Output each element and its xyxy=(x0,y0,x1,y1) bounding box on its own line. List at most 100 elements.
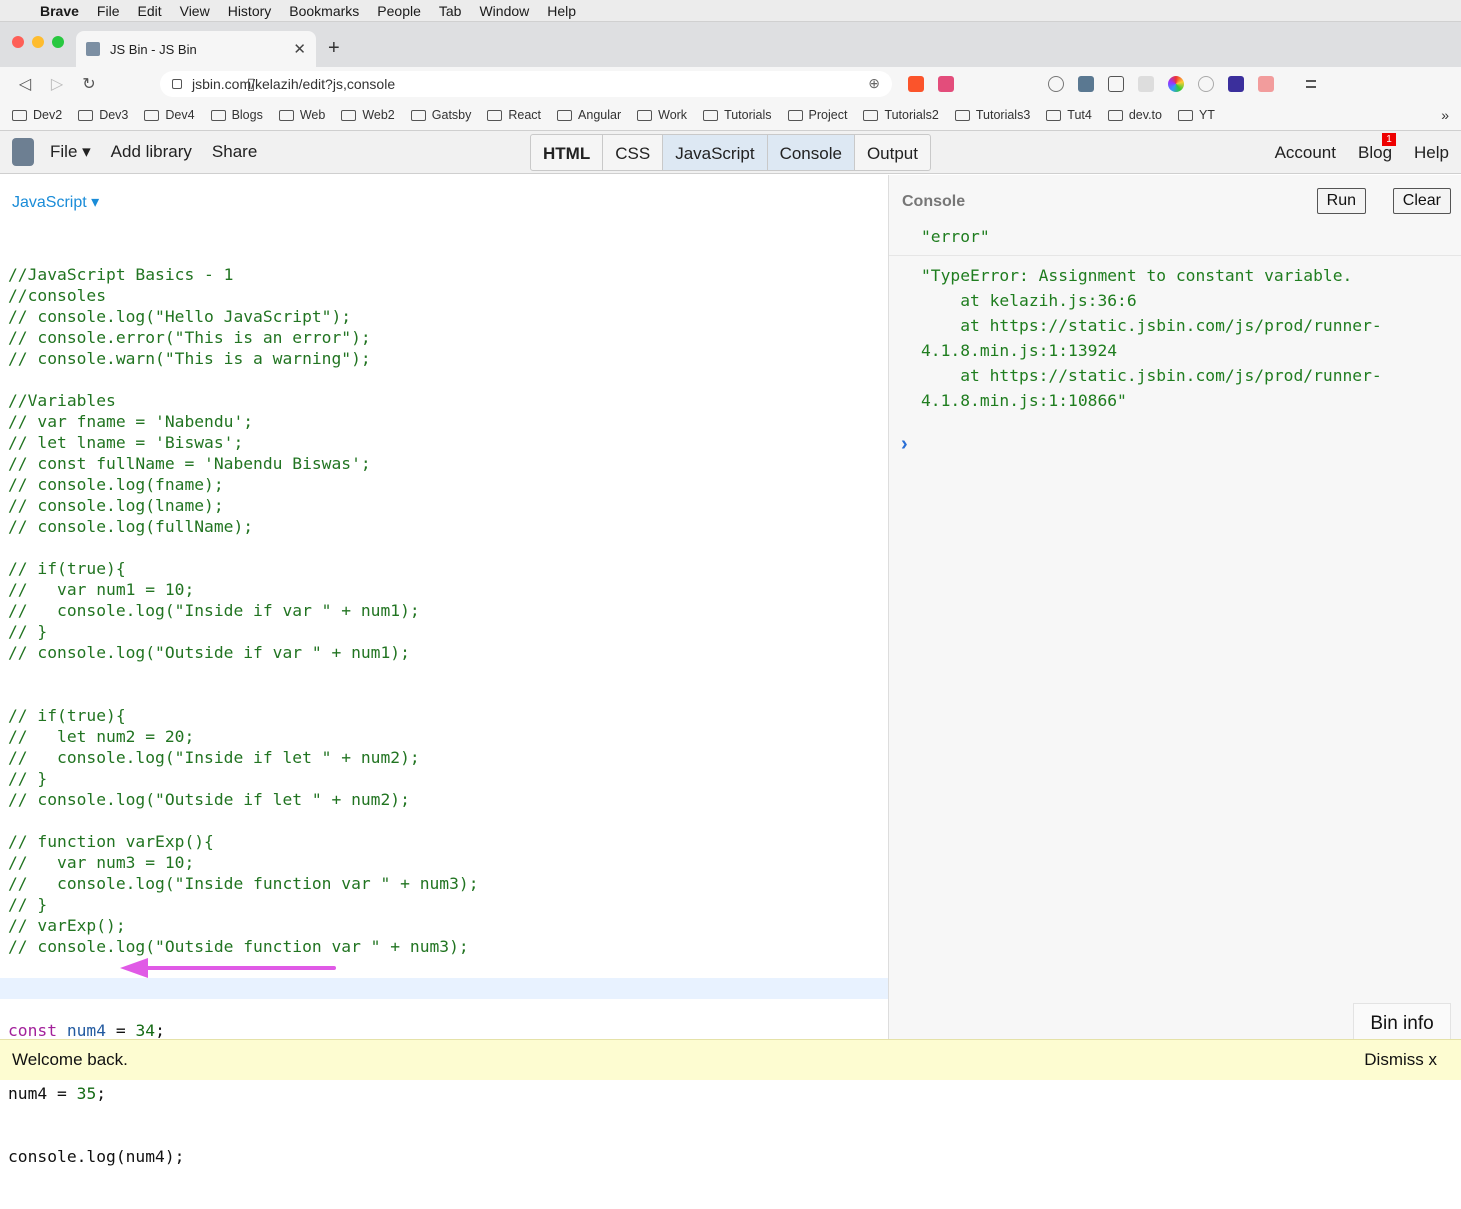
console-prompt-icon[interactable]: › xyxy=(901,433,908,456)
menu-file[interactable]: File xyxy=(97,3,120,19)
menu-app-name[interactable]: Brave xyxy=(40,3,79,19)
bookmark-folder[interactable]: Dev4 xyxy=(144,108,195,122)
close-window-icon[interactable] xyxy=(12,36,24,48)
code-line: // console.error("This is an error"); xyxy=(8,328,371,347)
new-tab-icon[interactable]: + xyxy=(328,37,340,60)
reload-icon[interactable]: ↻ xyxy=(76,74,102,94)
brave-shields-icon[interactable] xyxy=(908,75,924,92)
code-line: //JavaScript Basics - 1 xyxy=(8,265,234,284)
bookmark-folder[interactable]: Gatsby xyxy=(410,108,471,122)
account-link[interactable]: Account xyxy=(1275,143,1336,163)
folder-icon xyxy=(787,109,803,121)
folder-icon xyxy=(487,109,503,121)
bookmark-folder[interactable]: Dev3 xyxy=(78,108,128,122)
address-bar[interactable]: jsbin.com/kelazih/edit?js,console ⊕ xyxy=(160,70,892,97)
bookmark-folder[interactable]: Angular xyxy=(557,108,621,122)
tab-output[interactable]: Output xyxy=(855,135,930,170)
folder-icon xyxy=(278,109,294,121)
bin-info-button[interactable]: Bin info xyxy=(1353,1003,1451,1039)
code-line: // console.log("Inside function var " + … xyxy=(8,874,479,893)
bookmark-folder[interactable]: Tutorials2 xyxy=(863,108,939,122)
dismiss-button[interactable]: Dismiss x xyxy=(1364,1050,1437,1070)
code-line: // console.log(lname); xyxy=(8,496,224,515)
bookmark-folder[interactable]: dev.to xyxy=(1107,108,1162,122)
bookmark-folder[interactable]: Web xyxy=(278,108,325,122)
code-line-assign: num4 = 35; xyxy=(8,1083,479,1104)
comment-lines: //JavaScript Basics - 1 //consoles // cons… xyxy=(8,264,479,978)
code-line: // console.log(fullName); xyxy=(8,517,254,536)
menu-bookmarks[interactable]: Bookmarks xyxy=(289,3,359,19)
code-line: // console.log(fname); xyxy=(8,475,224,494)
bookmarks-overflow-icon[interactable]: » xyxy=(1441,107,1449,123)
tab-javascript[interactable]: JavaScript xyxy=(663,135,768,170)
add-library-button[interactable]: Add library xyxy=(111,142,192,162)
menu-edit[interactable]: Edit xyxy=(137,3,161,19)
extension-screen-icon[interactable] xyxy=(1078,75,1094,92)
run-button[interactable]: Run xyxy=(1316,188,1366,214)
menu-window[interactable]: Window xyxy=(479,3,529,19)
javascript-panel-label[interactable]: JavaScript ▾ xyxy=(12,192,99,212)
folder-icon xyxy=(1107,109,1123,121)
bookmark-folder[interactable]: React xyxy=(487,108,541,122)
zoom-icon[interactable]: ⊕ xyxy=(868,75,880,92)
code-line: // } xyxy=(8,622,48,641)
number-35: 35 xyxy=(76,1084,97,1103)
code-line: // let lname = 'Biswas'; xyxy=(8,433,244,452)
minimize-window-icon[interactable] xyxy=(32,36,44,48)
extension-grid-icon[interactable] xyxy=(1138,75,1154,92)
menu-history[interactable]: History xyxy=(228,3,272,19)
menu-tab[interactable]: Tab xyxy=(439,3,462,19)
bookmark-label: Tut4 xyxy=(1067,108,1092,122)
close-tab-icon[interactable]: ✕ xyxy=(293,40,306,58)
menu-help[interactable]: Help xyxy=(547,3,576,19)
blog-link[interactable]: Blog 1 xyxy=(1358,132,1397,163)
tab-css[interactable]: CSS xyxy=(603,135,664,170)
bookmark-label: Tutorials xyxy=(724,108,772,122)
tab-html[interactable]: HTML xyxy=(531,135,604,170)
bookmark-folder[interactable]: YT xyxy=(1177,108,1215,122)
code-line: // console.log("Outside function var " +… xyxy=(8,937,469,956)
clear-button[interactable]: Clear xyxy=(1392,188,1451,214)
bookmark-folder[interactable]: Tutorials3 xyxy=(954,108,1030,122)
bookmark-folder[interactable]: Work xyxy=(637,108,687,122)
extension-color-icon[interactable] xyxy=(1168,75,1184,92)
extension-h-icon[interactable] xyxy=(1048,75,1064,92)
bookmark-page-icon[interactable]: ▯ xyxy=(238,74,264,94)
code-line: //Variables xyxy=(8,391,116,410)
javascript-editor[interactable]: JavaScript ▾ //JavaScript Basics - 1 //co… xyxy=(0,175,889,1166)
zoom-window-icon[interactable] xyxy=(52,36,64,48)
help-link[interactable]: Help xyxy=(1414,143,1449,163)
console-entry-error: "error" xyxy=(921,227,990,246)
extension-arrow-icon[interactable] xyxy=(1258,75,1274,92)
bookmark-folder[interactable]: Tut4 xyxy=(1046,108,1092,122)
bookmark-folder[interactable]: Tutorials xyxy=(703,108,772,122)
menu-people[interactable]: People xyxy=(377,3,421,19)
extension-json-icon[interactable] xyxy=(1108,75,1124,92)
share-button[interactable]: Share xyxy=(212,142,257,162)
code-line: // function varExp(){ xyxy=(8,832,214,851)
code-line: // } xyxy=(8,895,48,914)
bookmark-label: Tutorials2 xyxy=(884,108,939,122)
lock-icon xyxy=(172,78,182,89)
menu-view[interactable]: View xyxy=(180,3,210,19)
browser-menu-icon[interactable] xyxy=(1306,79,1316,88)
forward-icon[interactable]: ▷ xyxy=(44,74,70,94)
tab-console[interactable]: Console xyxy=(767,135,855,170)
extension-hat-icon[interactable] xyxy=(1228,75,1244,92)
code-line: // console.log("Hello JavaScript"); xyxy=(8,307,352,326)
bookmark-folder[interactable]: Web2 xyxy=(341,108,395,122)
folder-icon xyxy=(863,109,879,121)
bookmark-label: Dev2 xyxy=(33,108,63,122)
brave-rewards-icon[interactable] xyxy=(938,75,954,92)
jsbin-logo-icon[interactable] xyxy=(12,138,34,166)
file-menu[interactable]: File ▾ xyxy=(50,142,91,162)
code-line: // const fullName = 'Nabendu Biswas'; xyxy=(8,454,371,473)
back-icon[interactable]: ◁ xyxy=(12,74,38,94)
code-line: // console.log("Inside if var " + num1); xyxy=(8,601,420,620)
bookmark-folder[interactable]: Blogs xyxy=(210,108,263,122)
extensions-area xyxy=(908,75,1316,92)
bookmark-folder[interactable]: Project xyxy=(787,108,847,122)
browser-tab[interactable]: JS Bin - JS Bin ✕ xyxy=(76,31,316,67)
bookmark-folder[interactable]: Dev2 xyxy=(12,108,62,122)
extension-circle-icon[interactable] xyxy=(1198,75,1214,92)
